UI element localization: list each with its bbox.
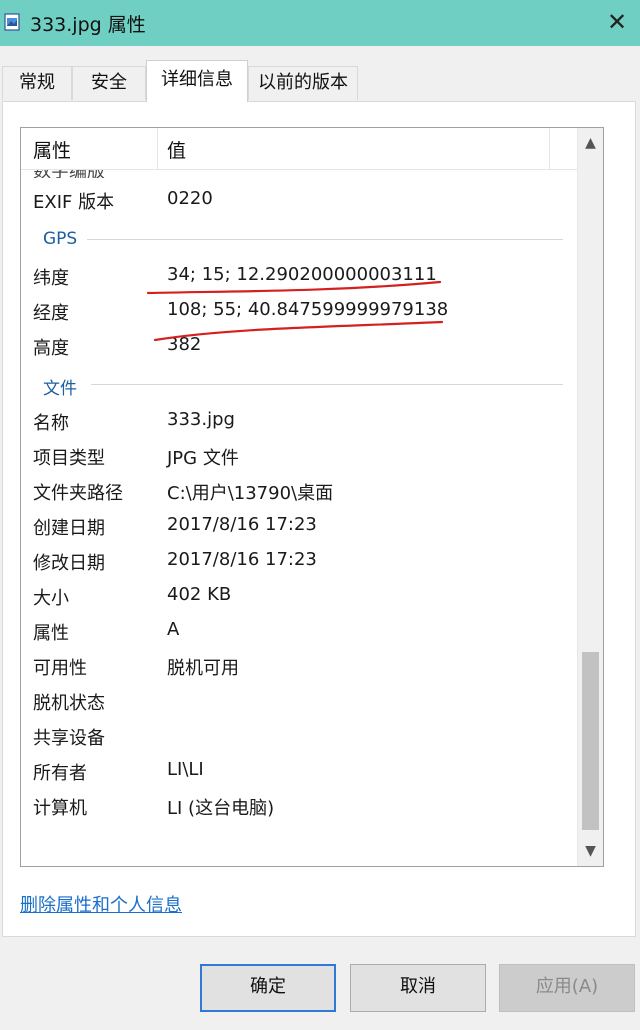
details-list[interactable]: 数字编版 属性 值 EXIF 版本 0220 GPS 纬度 34; 15; 12… bbox=[20, 127, 604, 867]
row-label-item-type: 项目类型 bbox=[33, 448, 105, 469]
tab-details[interactable]: 详细信息 bbox=[146, 60, 248, 102]
row-label-owner: 所有者 bbox=[33, 763, 87, 784]
tab-previous-versions[interactable]: 以前的版本 bbox=[248, 66, 358, 100]
row-label-attributes: 属性 bbox=[33, 623, 69, 644]
row-value-size: 402 KB bbox=[167, 584, 232, 605]
row-value-date-modified: 2017/8/16 17:23 bbox=[167, 549, 317, 570]
row-label-altitude: 高度 bbox=[33, 338, 69, 359]
remove-properties-link[interactable]: 删除属性和个人信息 bbox=[20, 891, 182, 917]
column-divider[interactable] bbox=[549, 128, 550, 170]
row-value-name: 333.jpg bbox=[167, 409, 235, 430]
scroll-thumb[interactable] bbox=[582, 652, 599, 830]
row-value-exif-version: 0220 bbox=[167, 188, 213, 209]
row-label-latitude: 纬度 bbox=[33, 268, 69, 289]
row-value-owner: LI\LI bbox=[167, 759, 204, 780]
row-value-date-created: 2017/8/16 17:23 bbox=[167, 514, 317, 535]
row-value-availability: 脱机可用 bbox=[167, 658, 239, 679]
apply-button[interactable]: 应用(A) bbox=[499, 964, 635, 1012]
group-title-gps: GPS bbox=[43, 229, 78, 249]
row-value-longitude: 108; 55; 40.847599999979138 bbox=[167, 299, 449, 320]
row-value-altitude: 382 bbox=[167, 334, 202, 355]
scroll-down-icon[interactable]: ▼ bbox=[578, 838, 603, 864]
column-divider[interactable] bbox=[157, 128, 158, 170]
column-header-property[interactable]: 属性 bbox=[33, 136, 71, 163]
row-label-size: 大小 bbox=[33, 588, 69, 609]
row-label-offline-status: 脱机状态 bbox=[33, 693, 105, 714]
row-label-date-modified: 修改日期 bbox=[33, 553, 105, 574]
row-value-item-type: JPG 文件 bbox=[167, 448, 239, 469]
column-header-value[interactable]: 值 bbox=[167, 136, 186, 163]
scroll-up-icon[interactable]: ▲ bbox=[578, 130, 603, 156]
ok-button[interactable]: 确定 bbox=[200, 964, 336, 1012]
group-divider bbox=[87, 239, 563, 240]
row-label-folder-path: 文件夹路径 bbox=[33, 483, 123, 504]
group-divider bbox=[91, 384, 563, 385]
tab-general[interactable]: 常规 bbox=[2, 66, 72, 100]
close-icon: ✕ bbox=[606, 8, 628, 36]
window-title: 333.jpg 属性 bbox=[30, 14, 146, 36]
row-label-computer: 计算机 bbox=[33, 798, 87, 819]
list-header: 属性 值 bbox=[21, 128, 577, 170]
row-value-latitude: 34; 15; 12.290200000003111 bbox=[167, 264, 437, 285]
row-label-availability: 可用性 bbox=[33, 658, 87, 679]
row-value-computer: LI (这台电脑) bbox=[167, 798, 275, 819]
row-label-shared-with: 共享设备 bbox=[33, 728, 105, 749]
image-file-icon bbox=[4, 13, 20, 31]
group-title-file: 文件 bbox=[43, 379, 77, 399]
row-label-exif-version: EXIF 版本 bbox=[33, 192, 115, 213]
row-label-name: 名称 bbox=[33, 413, 69, 434]
cancel-button[interactable]: 取消 bbox=[350, 964, 486, 1012]
title-bar: 333.jpg 属性 ✕ bbox=[0, 0, 640, 46]
row-value-folder-path: C:\用户\13790\桌面 bbox=[167, 483, 334, 504]
vertical-scrollbar[interactable]: ▲ ▼ bbox=[577, 128, 603, 866]
row-label-longitude: 经度 bbox=[33, 303, 69, 324]
row-label-date-created: 创建日期 bbox=[33, 518, 105, 539]
tab-security[interactable]: 安全 bbox=[72, 66, 146, 100]
row-value-attributes: A bbox=[167, 619, 180, 640]
close-button[interactable]: ✕ bbox=[594, 0, 640, 46]
